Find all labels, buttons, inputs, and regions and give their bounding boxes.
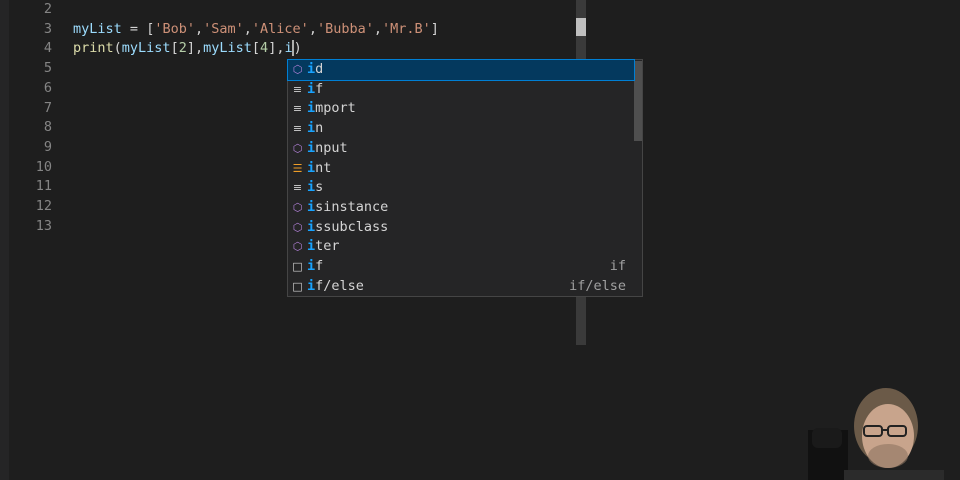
suggestion-label: input <box>307 139 348 156</box>
line-number: 13 <box>35 217 52 234</box>
suggestion-label: issubclass <box>307 218 389 235</box>
line-number: 2 <box>43 1 52 17</box>
presenter-shirt <box>844 470 944 480</box>
suggestion-label: if/else <box>307 277 364 294</box>
activity-bar-edge <box>0 0 9 480</box>
presenter-webcam <box>808 388 944 480</box>
line-number: 12 <box>35 198 52 214</box>
keyword-icon: ≡ <box>292 181 303 195</box>
suggestion-item-if[interactable]: □ if if <box>288 257 634 277</box>
suggestion-item-if-else[interactable]: □ if/else if/else <box>288 277 634 297</box>
suggestion-item-if[interactable]: ≡ if <box>288 80 634 100</box>
scrollbar-marker <box>576 18 586 36</box>
line-number: 3 <box>43 20 52 37</box>
line-number: 7 <box>43 99 52 116</box>
code-line[interactable]: 4 print(myList[2],myList[4],i) <box>9 38 569 58</box>
cube-icon: ⬡ <box>292 240 303 254</box>
cube-icon: ⬡ <box>292 220 303 234</box>
suggestion-label: import <box>307 100 356 117</box>
snippet-icon: □ <box>292 279 303 293</box>
cube-icon: ⬡ <box>292 200 303 214</box>
suggestion-item-id[interactable]: ⬡ id <box>287 59 635 81</box>
suggestion-item-in[interactable]: ≡ in <box>288 119 634 139</box>
suggestion-item-isinstance[interactable]: ⬡ isinstance <box>288 198 634 218</box>
code-line[interactable]: 2 <box>9 0 569 19</box>
line-number: 11 <box>35 178 52 195</box>
line-number: 4 <box>43 40 52 57</box>
suggestion-label: in <box>307 120 324 137</box>
suggestions-scrollbar[interactable] <box>634 61 642 141</box>
suggestion-item-issubclass[interactable]: ⬡ issubclass <box>288 218 634 238</box>
suggestion-item-iter[interactable]: ⬡ iter <box>288 237 634 257</box>
chair-headrest <box>812 428 842 448</box>
suggestion-detail: if <box>609 258 626 274</box>
line-number: 5 <box>43 60 52 77</box>
line-number: 10 <box>35 158 52 175</box>
class-icon: ☰ <box>292 161 303 175</box>
line-number: 6 <box>43 79 52 96</box>
suggestion-detail: if/else <box>569 277 626 294</box>
suggestion-item-import[interactable]: ≡ import <box>288 99 634 119</box>
suggestion-label: int <box>307 159 332 176</box>
snippet-icon: □ <box>292 260 303 273</box>
cube-icon: ⬡ <box>292 63 303 76</box>
suggestion-label: iter <box>307 238 340 255</box>
code-text[interactable]: print(myList[2],myList[4],i) <box>73 38 302 58</box>
autocomplete-suggestions[interactable]: ⬡ id ≡ if ≡ import ≡ in ⬡ input ☰ int ≡ is ⬡ isinstance… <box>287 59 643 297</box>
line-number: 9 <box>43 138 52 155</box>
keyword-icon: ≡ <box>292 122 303 136</box>
suggestion-label: is <box>307 179 324 196</box>
suggestion-item-is[interactable]: ≡ is <box>288 178 634 198</box>
suggestion-item-input[interactable]: ⬡ input <box>288 139 634 159</box>
line-number: 8 <box>43 119 52 136</box>
cube-icon: ⬡ <box>292 141 303 155</box>
suggestion-item-int[interactable]: ☰ int <box>288 159 634 179</box>
suggestion-label: id <box>307 61 324 77</box>
presenter-beard <box>868 444 908 468</box>
code-text[interactable]: myList = ['Bob','Sam','Alice','Bubba','M… <box>73 19 439 39</box>
suggestion-label: if <box>307 80 324 97</box>
keyword-icon: ≡ <box>292 102 303 116</box>
suggestion-label: if <box>307 258 324 274</box>
suggestion-label: isinstance <box>307 198 389 215</box>
keyword-icon: ≡ <box>292 82 303 96</box>
code-line[interactable]: 3 myList = ['Bob','Sam','Alice','Bubba','… <box>9 19 569 39</box>
